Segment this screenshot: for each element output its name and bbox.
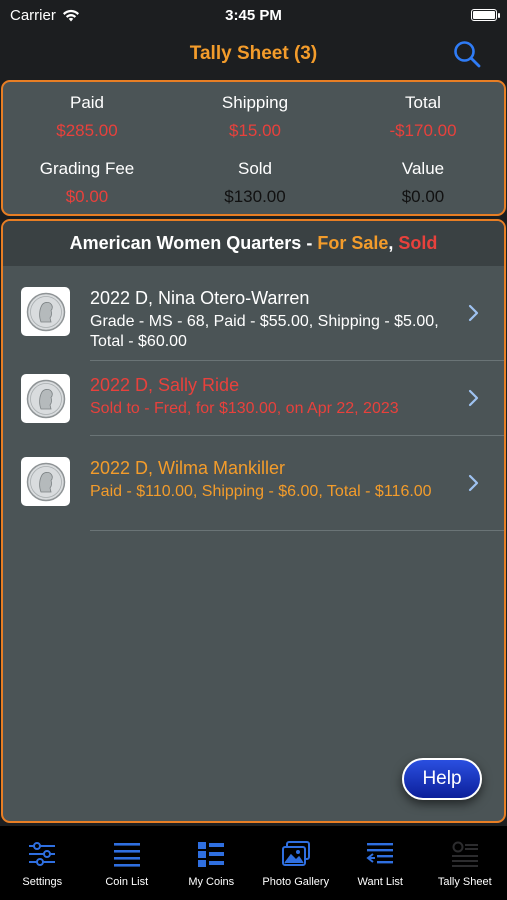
section-for-sale-label: For Sale <box>317 233 389 253</box>
list-item-title: 2022 D, Nina Otero-Warren <box>90 288 310 308</box>
list-item-body: 2022 D, Sally Ride Sold to - Fred, for $… <box>90 374 440 419</box>
shipping-label: Shipping <box>221 93 289 112</box>
quarter-coin-icon <box>26 462 65 501</box>
tab-label: Want List <box>357 876 403 888</box>
coin-thumbnail <box>21 374 70 423</box>
navigation-bar: Tally Sheet (3) <box>0 30 507 78</box>
sold-summary: Sold $130.00 <box>171 159 339 207</box>
list-item-body: 2022 D, Nina Otero-Warren Grade - MS - 6… <box>90 287 440 352</box>
chevron-right-icon <box>468 474 479 492</box>
tab-want-list[interactable]: Want List <box>338 826 423 900</box>
status-bar: Carrier 3:45 PM <box>0 0 507 30</box>
coin-thumbnail <box>21 287 70 336</box>
coin-list-panel: American Women Quarters - For Sale, Sold… <box>1 219 506 823</box>
tally-icon <box>451 841 478 867</box>
total-label: Total <box>405 93 441 112</box>
chevron-right-icon <box>468 389 479 407</box>
tally-summary-panel: Paid $285.00 Shipping $15.00 Total -$170… <box>1 80 506 216</box>
shipping-summary: Shipping $15.00 <box>171 93 339 141</box>
list-item-subtitle: Grade - MS - 68, Paid - $55.00, Shipping… <box>90 313 439 350</box>
tab-bar: Settings Coin List My Coins Photo Galler… <box>0 826 507 900</box>
list-item-title: 2022 D, Wilma Mankiller <box>90 458 286 478</box>
tab-label: Photo Gallery <box>262 876 330 888</box>
list-item-title: 2022 D, Sally Ride <box>90 375 240 395</box>
total-value: -$170.00 <box>389 121 457 140</box>
section-title: American Women Quarters - <box>69 233 313 253</box>
tab-photo-gallery[interactable]: Photo Gallery <box>254 826 339 900</box>
value-value: $0.00 <box>401 187 445 206</box>
tab-label: Settings <box>22 876 63 888</box>
tab-label: My Coins <box>188 876 235 888</box>
section-header: American Women Quarters - For Sale, Sold <box>3 221 504 266</box>
photos-icon <box>281 841 310 866</box>
tab-label: Tally Sheet <box>437 876 492 888</box>
paid-label: Paid <box>69 93 105 112</box>
sold-label: Sold <box>237 159 273 178</box>
value-label: Value <box>401 159 445 178</box>
tab-label: Coin List <box>105 876 149 888</box>
help-button[interactable]: Help <box>402 758 482 800</box>
list-item-subtitle: Sold to - Fred, for $130.00, on Apr 22, … <box>90 400 399 417</box>
battery-icon <box>471 9 500 21</box>
paid-value: $285.00 <box>56 121 118 140</box>
list-icon <box>113 843 140 867</box>
grading-fee-summary: Grading Fee $0.00 <box>3 159 171 207</box>
divider <box>90 530 504 531</box>
list-item[interactable]: 2022 D, Sally Ride Sold to - Fred, for $… <box>3 361 504 436</box>
quarter-coin-icon <box>26 379 65 418</box>
quarter-coin-icon <box>26 292 65 331</box>
transfer-list-icon <box>366 843 394 864</box>
wifi-icon <box>62 9 79 21</box>
sliders-icon <box>29 842 56 866</box>
paid-summary: Paid $285.00 <box>3 93 171 141</box>
shipping-value: $15.00 <box>229 121 281 140</box>
list-item-subtitle: Paid - $110.00, Shipping - $6.00, Total … <box>90 483 432 500</box>
section-sold-label: Sold <box>398 233 438 253</box>
grading-fee-label: Grading Fee <box>39 159 135 178</box>
coin-thumbnail <box>21 457 70 506</box>
list-item-body: 2022 D, Wilma Mankiller Paid - $110.00, … <box>90 457 440 502</box>
tab-settings[interactable]: Settings <box>0 826 85 900</box>
list-item[interactable]: 2022 D, Nina Otero-Warren Grade - MS - 6… <box>3 266 504 361</box>
list-item[interactable]: 2022 D, Wilma Mankiller Paid - $110.00, … <box>3 436 504 531</box>
carrier-group: Carrier <box>10 7 80 24</box>
page-title: Tally Sheet (3) <box>189 43 318 64</box>
search-icon[interactable] <box>453 40 481 68</box>
section-comma: , <box>388 233 394 253</box>
chevron-right-icon <box>468 304 479 322</box>
carrier-label: Carrier <box>10 6 56 24</box>
tab-coin-list[interactable]: Coin List <box>85 826 170 900</box>
grading-fee-value: $0.00 <box>65 187 109 206</box>
value-summary: Value $0.00 <box>339 159 507 207</box>
grid-list-icon <box>198 842 225 867</box>
tab-my-coins[interactable]: My Coins <box>169 826 254 900</box>
sold-value: $130.00 <box>224 187 286 206</box>
tab-tally-sheet[interactable]: Tally Sheet <box>423 826 507 900</box>
total-summary: Total -$170.00 <box>339 93 507 141</box>
